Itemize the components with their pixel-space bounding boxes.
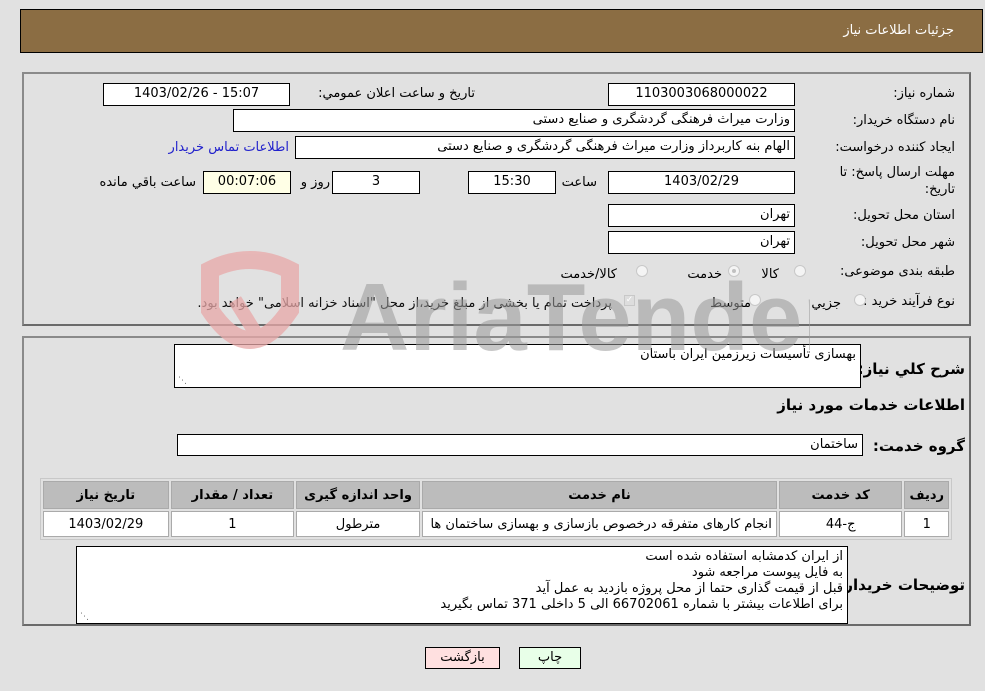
buyer-notes-line: به فایل پیوست مراجعه شود xyxy=(691,565,843,580)
need-number-label: شماره نیاز: xyxy=(893,86,955,101)
cell-quantity: 1 xyxy=(170,511,295,537)
page-header: جزئیات اطلاعات نیاز xyxy=(20,9,983,53)
buyer-notes-line: از ایران کدمشابه استفاده شده است xyxy=(645,549,843,564)
page-title: جزئیات اطلاعات نیاز xyxy=(843,23,954,38)
cell-row-number: 1 xyxy=(904,511,949,537)
table-row: 1 ج-44 انجام کارهای متفرقه درخصوص بازساز… xyxy=(43,511,949,537)
col-header-service-name: نام خدمت xyxy=(422,481,777,509)
col-header-service-code: کد خدمت xyxy=(778,481,903,509)
buyer-notes-line: قبل از قیمت گذاری حتما از محل پروژه بازد… xyxy=(535,581,843,596)
buyer-notes-line: برای اطلاعات بیشتر با شماره 66702061 الی… xyxy=(440,597,843,612)
buyer-contact-link[interactable]: اطلاعات تماس خریدار xyxy=(169,140,289,155)
col-header-unit: واحد اندازه گیری xyxy=(296,481,421,509)
cell-service-code: ج-44 xyxy=(778,511,903,537)
buyer-org-field: وزارت میراث فرهنگی گردشگری و صنایع دستی xyxy=(233,109,795,132)
announce-datetime-field: 1403/02/26 - 15:07 xyxy=(103,83,290,106)
table-header-row: ردیف کد خدمت نام خدمت واحد اندازه گیری ت… xyxy=(43,481,949,509)
service-group-label: گروه خدمت: xyxy=(872,437,965,455)
col-header-need-date: تاریخ نیاز xyxy=(43,481,169,509)
city-label: شهر محل تحویل: xyxy=(860,235,955,250)
province-field: تهران xyxy=(608,204,795,227)
days-label: روز و xyxy=(300,175,330,190)
category-option-goods: کالا xyxy=(761,267,779,282)
purchase-type-option-medium: متوسط xyxy=(710,296,751,311)
category-radio-goods[interactable] xyxy=(794,265,806,277)
remaining-time-label: ساعت باقي مانده xyxy=(99,175,196,190)
services-table: ردیف کد خدمت نام خدمت واحد اندازه گیری ت… xyxy=(40,478,952,540)
announce-datetime-label: تاریخ و ساعت اعلان عمومي: xyxy=(318,86,475,101)
back-button[interactable]: بازگشت xyxy=(425,647,500,669)
buyer-notes-label: توضیحات خریدار: xyxy=(838,576,965,594)
need-info-panel: شماره نیاز: 1103003068000022 تاریخ و ساع… xyxy=(22,72,971,326)
col-header-row-number: ردیف xyxy=(904,481,949,509)
cell-need-date: 1403/02/29 xyxy=(43,511,169,537)
general-desc-textarea[interactable]: بهسازی تأسیسات زیرزمین ایران باستان ⋰ xyxy=(174,344,861,388)
treasury-bonds-checkbox[interactable]: ✓ xyxy=(624,295,635,306)
treasury-bonds-note: پرداخت تمام یا بخشی از مبلغ خرید،از محل … xyxy=(197,296,612,311)
requester-label: ایجاد کننده درخواست: xyxy=(835,140,955,155)
purchase-type-radio-minor[interactable] xyxy=(854,294,866,306)
deadline-label: مهلت ارسال پاسخ: تا xyxy=(839,165,955,180)
category-option-goods-service: کالا/خدمت xyxy=(560,267,617,282)
category-radio-goods-service[interactable] xyxy=(636,265,648,277)
print-button[interactable]: چاپ xyxy=(519,647,581,669)
deadline-label-2: تاریخ: xyxy=(924,182,955,197)
col-header-quantity: تعداد / مقدار xyxy=(170,481,295,509)
purchase-type-option-minor: جزيي xyxy=(811,296,841,311)
category-label: طبقه بندی موضوعی: xyxy=(839,264,955,279)
remaining-time-field: 00:07:06 xyxy=(203,171,291,194)
deadline-time-label: ساعت xyxy=(561,175,597,190)
cell-unit: مترطول xyxy=(296,511,421,537)
province-label: استان محل تحویل: xyxy=(853,208,955,223)
remaining-days-field: 3 xyxy=(332,171,420,194)
resize-grip-icon[interactable]: ⋰ xyxy=(79,612,89,622)
general-desc-label: شرح کلي نیاز: xyxy=(857,360,965,378)
purchase-type-label: نوع فرآیند خرید : xyxy=(863,294,955,309)
city-field: تهران xyxy=(608,231,795,254)
need-number-field: 1103003068000022 xyxy=(608,83,795,106)
cell-service-name: انجام کارهای متفرقه درخصوص بازسازی و بهس… xyxy=(422,511,777,537)
category-radio-service[interactable] xyxy=(728,265,740,277)
deadline-date-field: 1403/02/29 xyxy=(608,171,795,194)
buyer-notes-textarea[interactable]: از ایران کدمشابه استفاده شده است به فایل… xyxy=(76,546,848,624)
service-group-field: ساختمان xyxy=(177,434,863,456)
general-desc-text: بهسازی تأسیسات زیرزمین ایران باستان xyxy=(640,347,856,362)
deadline-time-field: 15:30 xyxy=(468,171,556,194)
buyer-org-label: نام دستگاه خریدار: xyxy=(852,113,955,128)
services-section-title: اطلاعات خدمات مورد نیاز xyxy=(777,396,965,414)
requester-field: الهام بنه کاربرداز وزارت میراث فرهنگی گر… xyxy=(295,136,795,159)
category-option-service: خدمت xyxy=(687,267,722,282)
service-details-panel: شرح کلي نیاز: بهسازی تأسیسات زیرزمین ایر… xyxy=(22,336,971,626)
resize-grip-icon[interactable]: ⋰ xyxy=(177,376,187,386)
